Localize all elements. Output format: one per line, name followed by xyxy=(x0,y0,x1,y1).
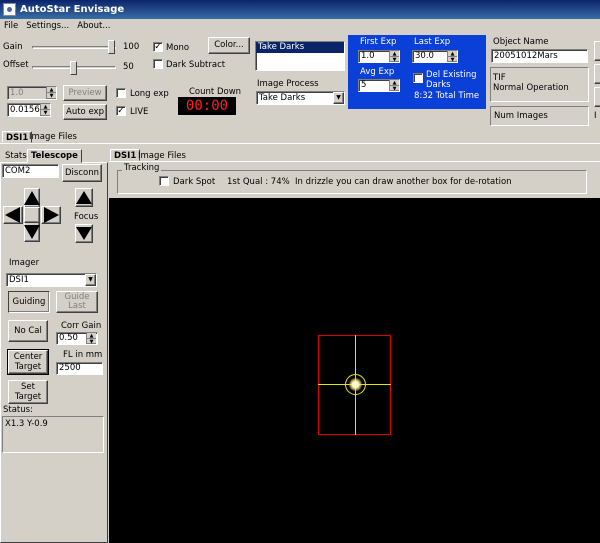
num-images-label: Num Images xyxy=(494,111,548,121)
offset-slider-thumb[interactable] xyxy=(70,61,77,75)
mono-label: Mono xyxy=(166,43,190,53)
mode-label: Normal Operation xyxy=(493,83,569,93)
image-process-label: Image Process xyxy=(257,79,319,89)
fl-input[interactable]: 2500 xyxy=(56,362,103,375)
focus-label: Focus xyxy=(74,212,99,222)
fl-label: FL in mm xyxy=(63,350,103,360)
menu-settings[interactable]: Settings... xyxy=(22,21,73,31)
preview-button[interactable]: Preview xyxy=(63,85,107,101)
tab-image-files-upper[interactable]: Image Files xyxy=(26,131,80,143)
gain-slider-thumb[interactable] xyxy=(108,40,115,54)
tab-stats[interactable]: Stats xyxy=(2,150,30,162)
dark-subtract-label: Dark Subtract xyxy=(166,60,226,70)
gain-slider-track[interactable] xyxy=(32,46,116,49)
total-time: 8:32 Total Time xyxy=(414,91,480,101)
upper-tab-line xyxy=(0,143,600,144)
guide-last-button[interactable]: Guide Last xyxy=(56,291,98,313)
object-name-input[interactable]: 20051012Mars xyxy=(491,49,588,63)
image-process-select[interactable]: Take Darks xyxy=(256,91,345,105)
no-cal-button[interactable]: No Cal xyxy=(8,320,48,342)
app-icon xyxy=(3,3,16,16)
exposure-spinner[interactable]: ▲ ▼ xyxy=(46,87,56,99)
status-label: Status: xyxy=(3,405,33,415)
arrow-left-icon xyxy=(5,207,20,223)
move-down-button[interactable] xyxy=(24,222,40,242)
chevron-down-icon[interactable]: ▼ xyxy=(333,92,344,104)
image-canvas[interactable] xyxy=(109,198,600,543)
center-target-button[interactable]: Center Target xyxy=(7,349,49,375)
dark-spot-checkbox[interactable] xyxy=(159,176,169,186)
offset-value: 50 xyxy=(123,62,134,72)
focus-out-button[interactable] xyxy=(75,224,93,243)
avg-exp-spinner[interactable]: ▲ ▼ xyxy=(389,80,399,91)
focus-down-icon xyxy=(76,227,92,240)
del-darks-label: Del Existing Darks xyxy=(426,70,477,90)
imager-select[interactable]: DSI1 xyxy=(6,273,97,287)
process-list[interactable]: Take Darks xyxy=(255,41,345,71)
set-target-button[interactable]: Set Target xyxy=(8,380,48,404)
mono-checkbox[interactable]: ✓ xyxy=(153,42,163,52)
countdown-label: Count Down xyxy=(189,87,242,97)
offset-label: Offset xyxy=(3,60,29,70)
side-button-1[interactable] xyxy=(594,41,600,61)
move-right-button[interactable] xyxy=(41,206,61,224)
avg-exp-label: Avg Exp xyxy=(360,67,395,77)
com-port-input[interactable]: COM2 xyxy=(2,164,59,178)
live-checkbox[interactable]: ✓ xyxy=(116,106,126,116)
del-darks-checkbox[interactable] xyxy=(413,73,423,83)
long-exp-label: Long exp xyxy=(130,89,169,99)
stop-button[interactable] xyxy=(24,207,40,223)
object-name-label: Object Name xyxy=(493,37,549,47)
focus-in-button[interactable] xyxy=(75,188,93,207)
last-exp-spinner[interactable]: ▲ ▼ xyxy=(447,51,457,62)
guiding-button[interactable]: Guiding xyxy=(8,291,50,313)
countdown-display: 00:00 xyxy=(178,97,236,115)
disconn-button[interactable]: Disconn xyxy=(62,164,102,182)
side-button-2[interactable] xyxy=(594,64,600,84)
auto-exp-button[interactable]: Auto exp xyxy=(63,104,107,120)
side-button-3[interactable] xyxy=(594,87,600,107)
menu-file[interactable]: File xyxy=(0,21,22,31)
gain-label: Gain xyxy=(3,42,23,52)
side-label: I xyxy=(594,111,597,121)
exposure2-spinner[interactable]: ▲ ▼ xyxy=(40,104,50,116)
window-title: AutoStar Envisage xyxy=(20,4,125,15)
star-image xyxy=(349,378,362,391)
long-exp-checkbox[interactable] xyxy=(116,88,126,98)
arrow-right-icon xyxy=(44,207,59,223)
tab-image-files-image[interactable]: Image Files xyxy=(135,150,189,162)
move-up-button[interactable] xyxy=(24,188,40,208)
first-exp-label: First Exp xyxy=(360,37,397,47)
first-exp-spinner[interactable]: ▲ ▼ xyxy=(389,51,399,62)
corr-gain-label: Corr Gain xyxy=(61,321,102,331)
menu-about[interactable]: About... xyxy=(73,21,114,31)
status-box: X1.3 Y-0.9 xyxy=(2,416,104,453)
corr-gain-spinner[interactable]: ▲ ▼ xyxy=(86,333,96,344)
imager-chevron-down-icon[interactable]: ▼ xyxy=(85,274,96,286)
color-button[interactable]: Color... xyxy=(208,37,250,54)
quality-text: 1st Qual : 74% xyxy=(227,177,290,187)
focus-up-icon xyxy=(76,191,92,204)
drizzle-hint: In drizzle you can draw another box for … xyxy=(295,177,512,187)
tab-telescope[interactable]: Telescope xyxy=(27,149,82,163)
live-label: LIVE xyxy=(130,107,149,117)
move-left-button[interactable] xyxy=(3,206,23,224)
menu-bar: File Settings... About... xyxy=(0,19,600,34)
imager-label: Imager xyxy=(9,258,40,268)
tracking-label: Tracking xyxy=(122,163,162,173)
format-label: TIF xyxy=(493,73,506,83)
dark-spot-label: Dark Spot xyxy=(173,177,216,187)
gain-value: 100 xyxy=(123,42,140,52)
dark-subtract-checkbox[interactable] xyxy=(153,59,163,69)
last-exp-label: Last Exp xyxy=(414,37,451,47)
status-value: X1.3 Y-0.9 xyxy=(5,419,48,429)
arrow-up-icon xyxy=(24,191,40,205)
arrow-down-icon xyxy=(24,225,40,239)
process-list-item[interactable]: Take Darks xyxy=(256,42,344,53)
title-bar: AutoStar Envisage xyxy=(0,0,600,19)
